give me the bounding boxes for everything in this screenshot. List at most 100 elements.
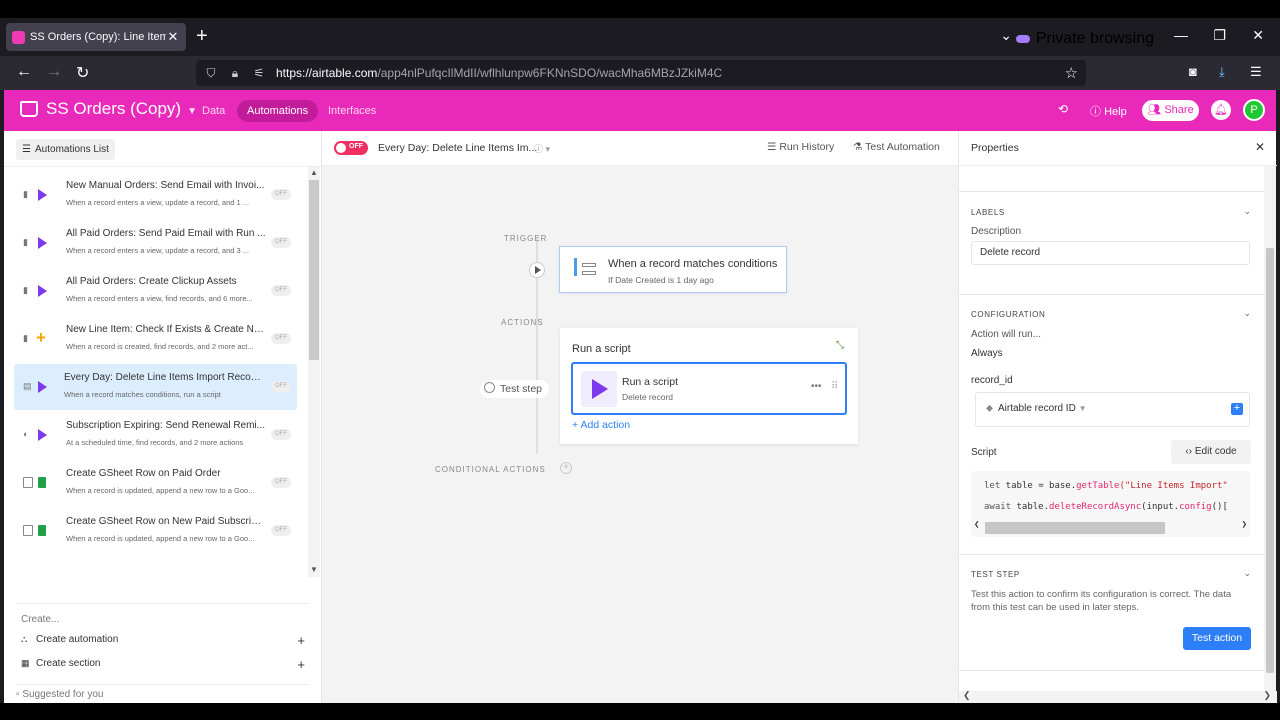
create-automation-button[interactable]: ⛬ Create automation + bbox=[21, 634, 305, 652]
automation-item[interactable]: Create GSheet Row on New Paid Subscripti… bbox=[14, 508, 297, 554]
add-action-button[interactable]: + Add action bbox=[572, 419, 630, 431]
script-preview[interactable]: let table = base.getTable("Line Items Im… bbox=[971, 471, 1250, 537]
automation-item-selected[interactable]: ▤ Every Day: Delete Line Items Import Re… bbox=[14, 364, 297, 410]
chevron-down-icon[interactable]: ⌄ bbox=[1243, 568, 1251, 579]
notifications-bell-icon[interactable]: 🔔︎ bbox=[1211, 100, 1231, 120]
sidebar-scrollbar[interactable]: ▲ ▼ bbox=[308, 167, 320, 577]
record-id-value: Airtable record ID bbox=[998, 403, 1076, 414]
automation-title: Subscription Expiring: Send Renewal Remi… bbox=[66, 420, 265, 431]
suggested-for-you[interactable]: ▫ Suggested for you bbox=[16, 689, 104, 700]
lock-icon[interactable]: 🔒︎ bbox=[228, 66, 242, 80]
trigger-run-icon[interactable] bbox=[529, 262, 545, 278]
record-id-label: record_id bbox=[971, 375, 1013, 386]
shield-icon[interactable]: ⛉ bbox=[204, 66, 218, 80]
private-mask-icon bbox=[1015, 35, 1030, 43]
drag-handle-icon[interactable]: ⠿ bbox=[831, 381, 838, 392]
share-button[interactable]: 👥︎ Share bbox=[1142, 100, 1199, 121]
script-action-card[interactable]: Run a script Delete record ••• ⠿ bbox=[571, 362, 847, 415]
base-name[interactable]: SS Orders (Copy) ▼ bbox=[46, 99, 197, 119]
nav-interfaces[interactable]: Interfaces bbox=[318, 100, 386, 122]
run-history-button[interactable]: ☰ Run History bbox=[762, 136, 839, 159]
record-id-token[interactable]: ⬥ Airtable record ID ▼ bbox=[986, 403, 1087, 414]
automation-subtitle: When a record is updated, append a new r… bbox=[66, 486, 255, 495]
scrollbar-thumb[interactable] bbox=[309, 180, 319, 360]
test-step-button[interactable]: Test step bbox=[480, 380, 550, 398]
code-line-1: let table = base.getTable("Line Items Im… bbox=[984, 481, 1228, 491]
actions-section-label: ACTIONS bbox=[501, 318, 544, 327]
close-icon[interactable]: ✕ bbox=[1255, 140, 1265, 154]
permissions-icon[interactable]: ⚟ bbox=[252, 66, 266, 80]
configuration-section: CONFIGURATION ⌄ Action will run... Alway… bbox=[959, 295, 1265, 555]
edit-code-button[interactable]: ‹› Edit code bbox=[1171, 440, 1251, 464]
add-conditional-icon[interactable]: + bbox=[560, 462, 572, 474]
chevron-down-icon[interactable]: ⌄ bbox=[1243, 206, 1251, 217]
info-icon[interactable]: ⓘ ▾ bbox=[534, 142, 550, 155]
script-group-card: Run a script ⤡ Run a script Delete recor… bbox=[560, 328, 858, 444]
scroll-right-icon[interactable]: ❯ bbox=[1263, 690, 1271, 701]
history-icon[interactable]: ⟲ bbox=[1058, 102, 1068, 116]
reload-icon[interactable]: ↻ bbox=[76, 63, 89, 83]
tab-list-chevron-icon[interactable]: ⌄ bbox=[1000, 27, 1012, 44]
create-section-button[interactable]: ▦ Create section + bbox=[21, 658, 305, 676]
gsheet-icon bbox=[22, 523, 52, 539]
automation-item[interactable]: ▮ All Paid Orders: Send Paid Email with … bbox=[14, 220, 297, 266]
url-bar[interactable]: ⛉ 🔒︎ ⚟ https://airtable.com/app4nlPufqcI… bbox=[196, 60, 1086, 86]
code-line-2: await table.deleteRecordAsync(input.conf… bbox=[984, 502, 1228, 512]
screen: SS Orders (Copy): Line Items Im ✕ + ⌄ Pr… bbox=[0, 18, 1280, 703]
pocket-icon[interactable]: ◙ bbox=[1189, 64, 1197, 79]
trigger-card[interactable]: When a record matches conditions If Date… bbox=[559, 246, 787, 293]
code-scrollbar-thumb[interactable] bbox=[985, 522, 1165, 534]
url-host: https://airtable.com bbox=[276, 66, 378, 80]
nav-data[interactable]: Data bbox=[192, 100, 235, 122]
automation-toggle[interactable]: OFF bbox=[334, 141, 368, 155]
close-window-icon[interactable]: ✕ bbox=[1252, 27, 1264, 44]
insert-value-icon[interactable]: + bbox=[1231, 403, 1243, 415]
automation-item[interactable]: ▮ New Manual Orders: Send Email with Inv… bbox=[14, 172, 297, 218]
scroll-down-icon[interactable]: ▼ bbox=[310, 565, 318, 574]
suggested-label: Suggested for you bbox=[22, 689, 104, 700]
test-action-button[interactable]: Test action bbox=[1183, 627, 1251, 650]
automation-item[interactable]: ▮ All Paid Orders: Create Clickup Assets… bbox=[14, 268, 297, 314]
scrollbar-thumb[interactable] bbox=[1266, 248, 1274, 673]
record-id-field[interactable]: ⬥ Airtable record ID ▼ + bbox=[975, 392, 1250, 427]
automation-item[interactable]: ◐ Subscription Expiring: Send Renewal Re… bbox=[14, 412, 297, 458]
test-automation-button[interactable]: ⚗ Test Automation bbox=[848, 136, 945, 159]
avatar[interactable]: P bbox=[1243, 99, 1265, 121]
new-tab-button[interactable]: + bbox=[196, 26, 208, 46]
code-function: config bbox=[1179, 502, 1212, 512]
scroll-right-icon[interactable]: ❯ bbox=[1242, 520, 1247, 530]
bookmark-star-icon[interactable]: ☆ bbox=[1065, 64, 1078, 82]
plus-icon[interactable]: + bbox=[297, 658, 305, 671]
collapse-icon[interactable]: ⤡ bbox=[836, 340, 844, 351]
nav-automations[interactable]: Automations bbox=[237, 100, 319, 122]
automation-title: New Line Item: Check If Exists & Create … bbox=[66, 324, 266, 335]
browser-tab[interactable]: SS Orders (Copy): Line Items Im ✕ bbox=[6, 23, 186, 51]
forward-icon[interactable]: → bbox=[46, 63, 62, 81]
scroll-left-icon[interactable]: ❮ bbox=[974, 520, 979, 530]
automation-name[interactable]: Every Day: Delete Line Items Im... bbox=[378, 142, 537, 154]
chevron-down-icon[interactable]: ⌄ bbox=[1243, 308, 1251, 319]
back-icon[interactable]: ← bbox=[16, 63, 32, 81]
automations-list-button[interactable]: ☰ Automations List bbox=[16, 139, 115, 160]
help-button[interactable]: ⓘ Help bbox=[1090, 103, 1127, 119]
description-input[interactable]: Delete record bbox=[971, 241, 1250, 265]
scroll-left-icon[interactable]: ❮ bbox=[963, 690, 971, 701]
automation-item[interactable]: ▮ + New Line Item: Check If Exists & Crea… bbox=[14, 316, 297, 362]
downloads-icon[interactable]: ⤓ bbox=[1219, 64, 1225, 80]
close-tab-icon[interactable]: ✕ bbox=[166, 29, 180, 45]
canvas-toolbar: OFF Every Day: Delete Line Items Im... ⓘ… bbox=[322, 131, 958, 166]
scroll-up-icon[interactable]: ▲ bbox=[310, 168, 318, 177]
more-options-icon[interactable]: ••• bbox=[811, 381, 822, 392]
script-play-icon bbox=[581, 371, 617, 407]
restore-icon[interactable]: ❐ bbox=[1213, 27, 1226, 44]
horizontal-scrollbar[interactable]: ❮ ❯ bbox=[959, 690, 1277, 703]
automation-item[interactable]: Create GSheet Row on Paid Order When a r… bbox=[14, 460, 297, 506]
minimize-icon[interactable]: — bbox=[1174, 27, 1188, 43]
run-condition-value[interactable]: Always bbox=[971, 348, 1003, 359]
url-text[interactable]: https://airtable.com/app4nlPufqcIlMdII/w… bbox=[276, 66, 722, 80]
properties-scrollbar[interactable] bbox=[1264, 166, 1276, 691]
private-browsing-label: Private browsing bbox=[1035, 30, 1154, 47]
play-icon: ▮ bbox=[22, 283, 52, 299]
menu-icon[interactable]: ☰ bbox=[1250, 64, 1262, 80]
plus-icon[interactable]: + bbox=[297, 634, 305, 647]
